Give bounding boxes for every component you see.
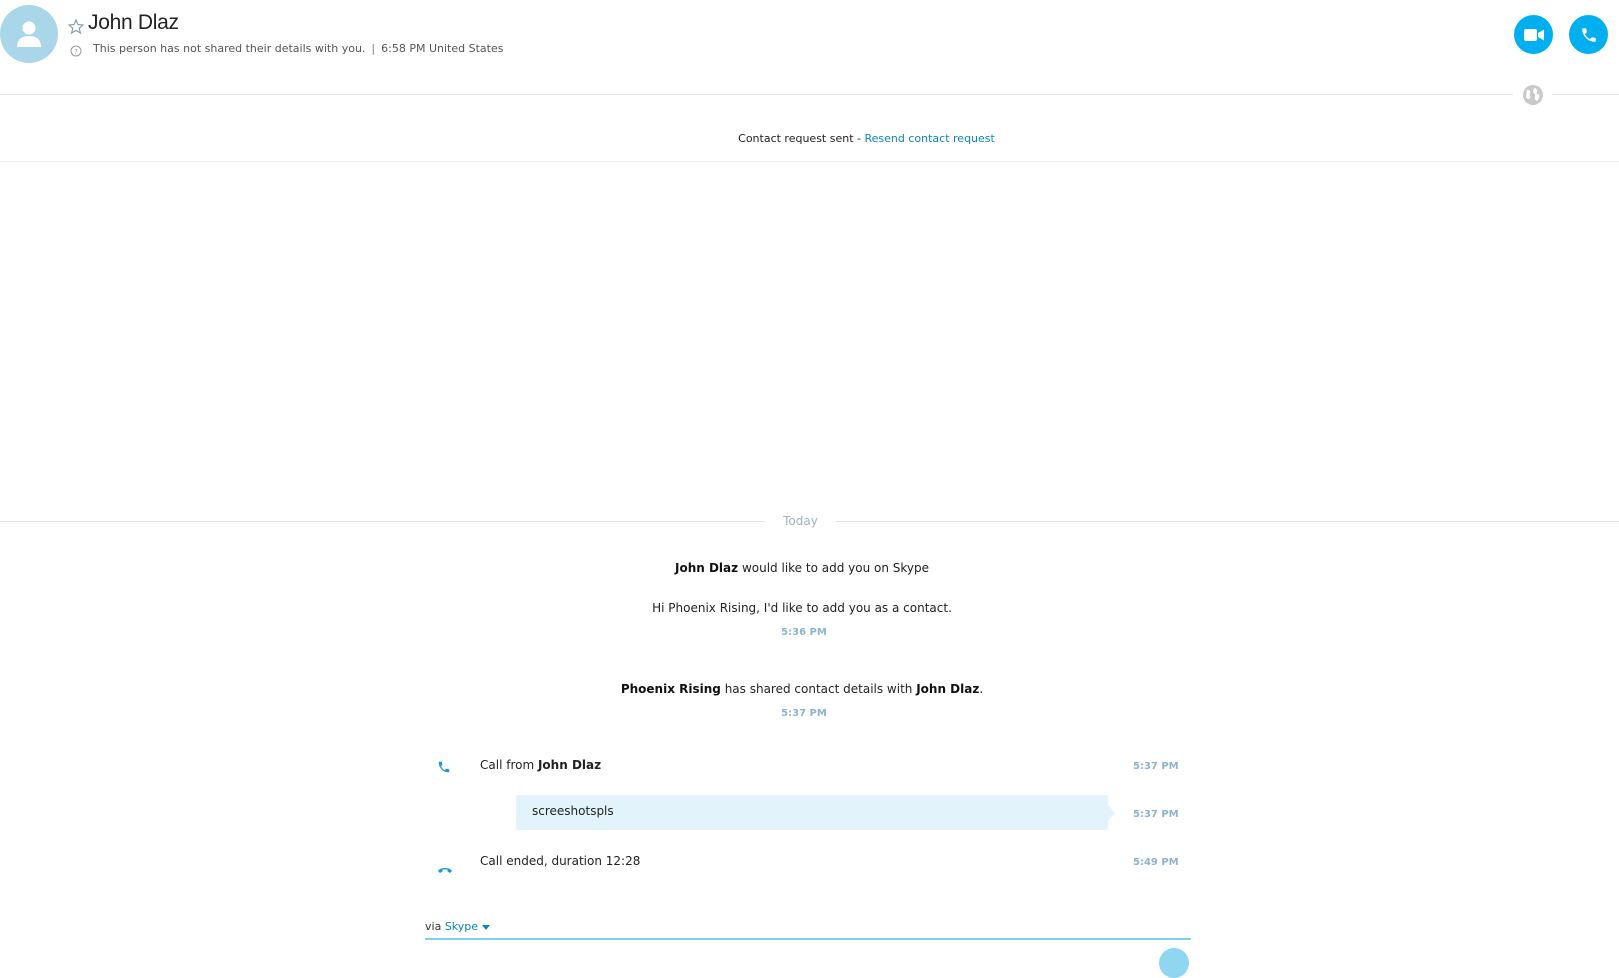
avatar-person-icon	[17, 21, 41, 47]
request-bar-divider	[0, 161, 1619, 162]
shared-details-timestamp: 5:37 PM	[781, 708, 827, 719]
header-divider-right	[1552, 94, 1619, 95]
emoticon-button[interactable]	[1159, 948, 1189, 978]
contact-subline: This person has not shared their details…	[93, 42, 503, 55]
via-selector: via Skype	[425, 920, 491, 933]
add-request-action: would like to add you on Skype	[738, 561, 929, 575]
call-from-timestamp: 5:37 PM	[1133, 761, 1179, 772]
call-ended-event: Call ended, duration 12:28	[480, 854, 640, 868]
video-call-icon	[1523, 28, 1544, 41]
chevron-down-icon	[482, 924, 491, 930]
details-note: This person has not shared their details…	[93, 42, 366, 55]
avatar[interactable]	[0, 5, 58, 63]
add-request-timestamp: 5:36 PM	[781, 627, 827, 638]
call-from-prefix: Call from	[480, 758, 538, 772]
call-ended-timestamp: 5:49 PM	[1133, 857, 1179, 868]
globe-icon[interactable]	[1522, 84, 1544, 110]
contact-name: John Dlaz	[88, 11, 179, 34]
subline-separator: |	[371, 42, 376, 55]
resend-contact-request-link[interactable]: Resend contact request	[865, 132, 995, 145]
call-from-event: Call from John Dlaz	[480, 758, 601, 772]
add-request-event: John Dlaz would like to add you on Skype	[0, 561, 1604, 575]
video-call-button[interactable]	[1514, 15, 1553, 54]
add-request-message: Hi Phoenix Rising, I'd like to add you a…	[652, 601, 952, 615]
contact-request-bar: Contact request sent - Resend contact re…	[0, 132, 1619, 145]
shared-details-with[interactable]: John Dlaz	[916, 682, 979, 696]
message-text: screeshotspls	[532, 804, 614, 818]
call-ended-text: Call ended, duration	[480, 854, 606, 868]
service-dropdown[interactable]: Skype	[444, 920, 491, 933]
message-bubble[interactable]: screeshotspls	[516, 795, 1108, 830]
incoming-call-icon	[437, 759, 451, 778]
header-divider	[0, 94, 1513, 95]
date-divider-label: Today	[783, 514, 818, 528]
call-ended-icon	[437, 859, 453, 878]
message-input-underline[interactable]	[425, 938, 1191, 940]
star-icon[interactable]	[67, 18, 85, 38]
audio-call-button[interactable]	[1569, 15, 1608, 54]
shared-details-who[interactable]: Phoenix Rising	[621, 682, 721, 696]
svg-text:?: ?	[74, 48, 78, 56]
service-name: Skype	[444, 920, 479, 933]
date-divider-line-right	[836, 521, 1619, 522]
shared-details-end: .	[979, 682, 984, 696]
call-duration: 12:28	[605, 854, 641, 868]
date-divider-line-left	[0, 521, 765, 522]
audio-call-icon	[1581, 27, 1596, 42]
message-bubble-tail	[1107, 804, 1115, 822]
call-from-caller[interactable]: John Dlaz	[538, 758, 601, 772]
shared-details-event: Phoenix Rising has shared contact detail…	[0, 682, 1604, 696]
shared-details-middle: has shared contact details with	[720, 682, 917, 696]
local-time: 6:58 PM United States	[381, 42, 504, 55]
via-label: via	[425, 920, 445, 933]
add-request-sender[interactable]: John Dlaz	[675, 561, 738, 575]
request-sent-text: Contact request sent -	[738, 132, 865, 145]
info-icon: ?	[70, 42, 82, 61]
message-timestamp: 5:37 PM	[1133, 809, 1179, 820]
